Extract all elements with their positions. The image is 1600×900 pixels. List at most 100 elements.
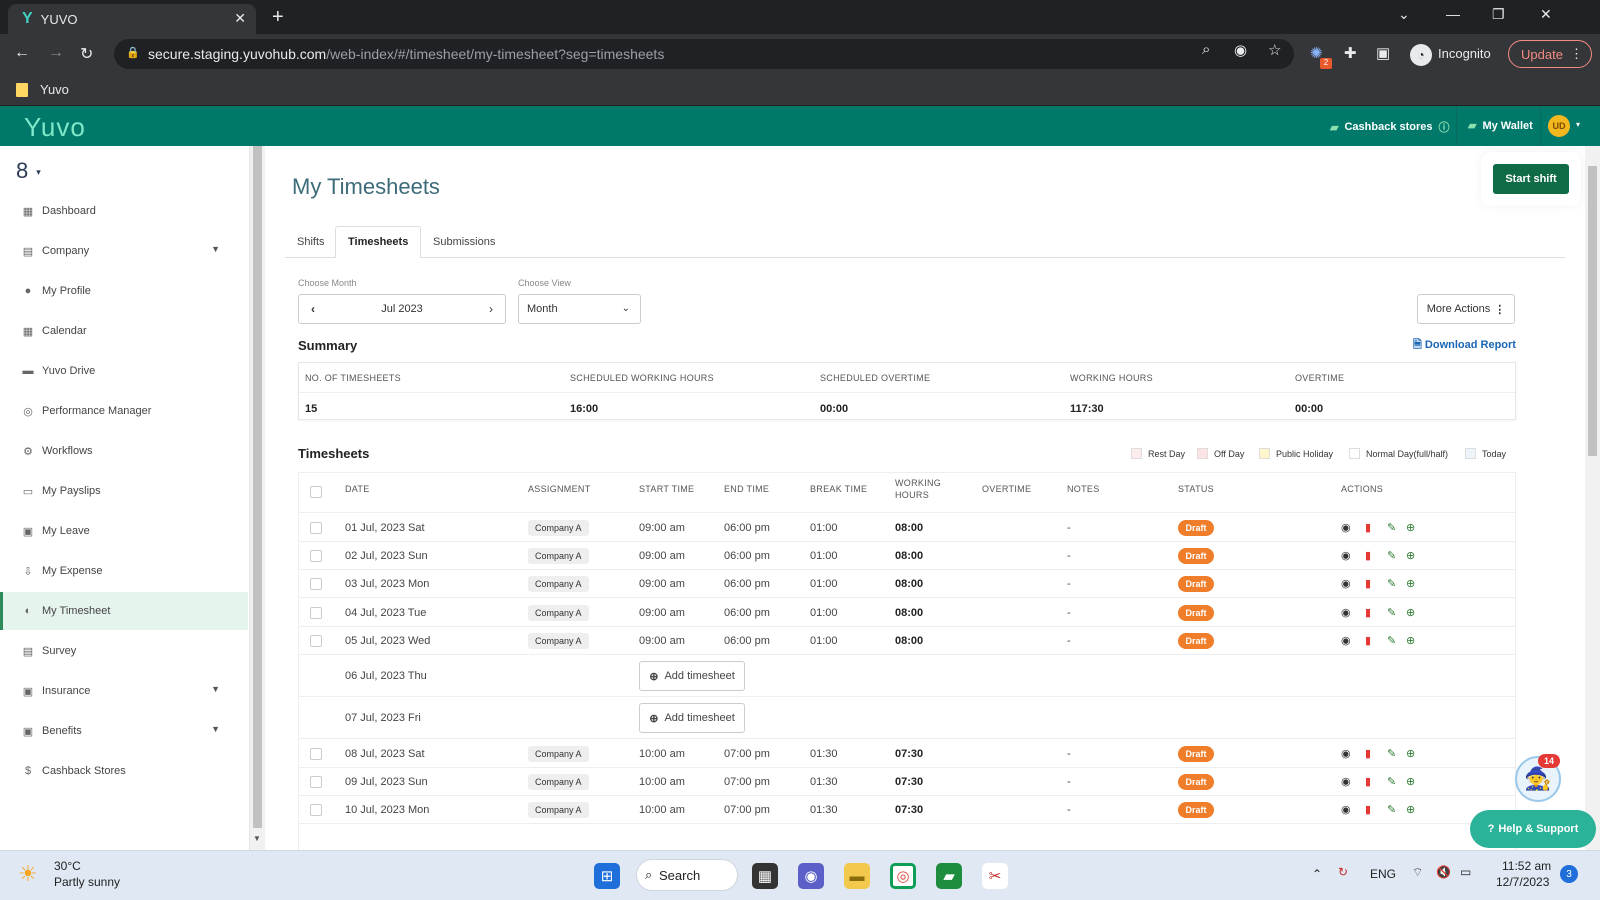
chrome-icon[interactable]: ◎	[890, 863, 916, 889]
zoom-icon[interactable]: ⌕	[1202, 41, 1210, 58]
restore-icon[interactable]: ❐	[1492, 6, 1505, 23]
add-circle-icon[interactable]: ⊕	[1406, 775, 1415, 788]
delete-trash-icon[interactable]: ▮	[1365, 747, 1371, 760]
row-checkbox[interactable]	[310, 521, 322, 534]
chevron-down-icon[interactable]: ▼	[211, 724, 220, 734]
sidebar-item-my-payslips[interactable]: ▭ My Payslips	[0, 472, 248, 510]
add-circle-icon[interactable]: ⊕	[1406, 803, 1415, 816]
month-picker[interactable]: ‹ Jul 2023 ›	[298, 294, 506, 324]
side-panel-icon[interactable]: ▣	[1376, 44, 1390, 62]
tab-timesheets[interactable]: Timesheets	[335, 226, 422, 258]
add-circle-icon[interactable]: ⊕	[1406, 634, 1415, 647]
prev-month-icon[interactable]: ‹	[311, 302, 315, 316]
select-all-checkbox[interactable]	[310, 486, 322, 498]
clock-date[interactable]: 12/7/2023	[1496, 875, 1549, 889]
avatar-caret-icon[interactable]: ▾	[1576, 120, 1580, 129]
sidebar-item-my-leave[interactable]: ▣ My Leave	[0, 512, 248, 550]
delete-trash-icon[interactable]: ▮	[1365, 775, 1371, 788]
chevron-down-icon[interactable]: ▼	[211, 684, 220, 694]
app-logo[interactable]: Yuvo	[24, 112, 86, 143]
chat-app-icon[interactable]: ▰	[936, 863, 962, 889]
sidebar-item-workflows[interactable]: ⚙ Workflows	[0, 432, 248, 470]
edit-pencil-icon[interactable]: ✎	[1387, 549, 1396, 562]
add-circle-icon[interactable]: ⊕	[1406, 521, 1415, 534]
view-eye-icon[interactable]: ◉	[1341, 747, 1351, 760]
row-checkbox[interactable]	[310, 635, 322, 647]
weather-desc[interactable]: Partly sunny	[54, 875, 120, 889]
next-month-icon[interactable]: ›	[489, 302, 493, 316]
weather-icon[interactable]: ☀	[18, 861, 38, 887]
edit-pencil-icon[interactable]: ✎	[1387, 803, 1396, 816]
view-eye-icon[interactable]: ◉	[1341, 606, 1351, 619]
minimize-icon[interactable]: —	[1446, 6, 1460, 22]
sidebar-item-insurance[interactable]: ▣ Insurance ▼	[0, 672, 248, 710]
chevron-down-icon[interactable]: ▼	[211, 244, 220, 254]
bookmark-yuvo[interactable]: Yuvo	[16, 82, 69, 97]
view-eye-icon[interactable]: ◉	[1341, 803, 1351, 816]
edit-pencil-icon[interactable]: ✎	[1387, 606, 1396, 619]
start-windows-icon[interactable]: ⊞	[594, 863, 620, 889]
row-checkbox[interactable]	[310, 747, 322, 760]
sidebar-item-survey[interactable]: ▤ Survey	[0, 632, 248, 670]
bookmark-star-icon[interactable]: ☆	[1268, 41, 1281, 59]
task-view-icon[interactable]: ▦	[752, 863, 778, 889]
add-circle-icon[interactable]: ⊕	[1406, 606, 1415, 619]
tab-search-icon[interactable]: ⌄	[1398, 6, 1410, 23]
add-timesheet-button[interactable]: ⊕ Add timesheet	[639, 703, 745, 733]
puzzle-extensions-icon[interactable]: ✚	[1344, 44, 1357, 62]
close-tab-icon[interactable]: ✕	[234, 10, 246, 27]
notification-badge[interactable]: 3	[1560, 865, 1578, 883]
row-checkbox[interactable]	[310, 776, 322, 788]
sidebar-item-dashboard[interactable]: ▦ Dashboard	[0, 192, 248, 230]
start-shift-button[interactable]: Start shift	[1493, 164, 1569, 194]
delete-trash-icon[interactable]: ▮	[1365, 803, 1371, 816]
speaker-mute-icon[interactable]: 🔇	[1436, 865, 1451, 879]
incognito-icon[interactable]: ◔	[1410, 44, 1432, 66]
show-hidden-icons[interactable]: ⌃	[1312, 867, 1322, 881]
more-actions-button[interactable]: More Actions ⋮	[1417, 294, 1515, 324]
edit-pencil-icon[interactable]: ✎	[1387, 747, 1396, 760]
tab-submissions[interactable]: Submissions	[421, 226, 507, 258]
new-tab-icon[interactable]: +	[272, 6, 284, 29]
main-scrollbar[interactable]	[1585, 146, 1600, 850]
view-select[interactable]: Month ⌄	[518, 294, 641, 324]
reload-icon[interactable]: ↻	[80, 44, 93, 64]
row-checkbox[interactable]	[310, 550, 322, 562]
org-logo-icon[interactable]: 8 ▾	[16, 158, 41, 184]
tab-shifts[interactable]: Shifts	[285, 226, 337, 258]
delete-trash-icon[interactable]: ▮	[1365, 606, 1371, 619]
sidebar-item-my-expense[interactable]: ⇩ My Expense	[0, 552, 248, 590]
help-support-button[interactable]: ? Help & Support	[1470, 810, 1596, 848]
sidebar-item-benefits[interactable]: ▣ Benefits ▼	[0, 712, 248, 750]
delete-trash-icon[interactable]: ▮	[1365, 634, 1371, 647]
sidebar-item-my-profile[interactable]: ● My Profile	[0, 272, 248, 310]
view-eye-icon[interactable]: ◉	[1341, 577, 1351, 590]
view-eye-icon[interactable]: ◉	[1341, 775, 1351, 788]
sync-icon[interactable]: ↻	[1338, 865, 1348, 879]
taskbar-search[interactable]: ⌕ Search	[636, 859, 738, 891]
my-wallet-link[interactable]: ▰ My Wallet	[1468, 119, 1533, 133]
forward-icon[interactable]: →	[48, 44, 64, 62]
edit-pencil-icon[interactable]: ✎	[1387, 634, 1396, 647]
sidebar-item-my-timesheet[interactable]: ◐ My Timesheet	[0, 592, 248, 630]
window-close-icon[interactable]: ✕	[1540, 6, 1552, 23]
download-report-link[interactable]: 🗎 Download Report	[1413, 336, 1516, 355]
language-indicator[interactable]: ENG	[1370, 867, 1396, 881]
clock-time[interactable]: 11:52 am	[1502, 859, 1551, 873]
add-circle-icon[interactable]: ⊕	[1406, 747, 1415, 760]
snipping-tool-icon[interactable]: ✂	[982, 863, 1008, 889]
back-icon[interactable]: ←	[14, 44, 30, 62]
edit-pencil-icon[interactable]: ✎	[1387, 521, 1396, 534]
view-eye-icon[interactable]: ◉	[1341, 549, 1351, 562]
row-checkbox[interactable]	[310, 606, 322, 619]
edit-pencil-icon[interactable]: ✎	[1387, 577, 1396, 590]
browser-tab[interactable]: Y YUVO ✕	[8, 4, 256, 34]
add-circle-icon[interactable]: ⊕	[1406, 549, 1415, 562]
avatar[interactable]: UD	[1548, 115, 1570, 137]
add-timesheet-button[interactable]: ⊕ Add timesheet	[639, 661, 745, 691]
tracking-eye-icon[interactable]: ◉	[1234, 41, 1247, 59]
view-eye-icon[interactable]: ◉	[1341, 521, 1351, 534]
add-circle-icon[interactable]: ⊕	[1406, 577, 1415, 590]
file-explorer-icon[interactable]: ▬	[844, 863, 870, 889]
row-checkbox[interactable]	[310, 804, 322, 816]
